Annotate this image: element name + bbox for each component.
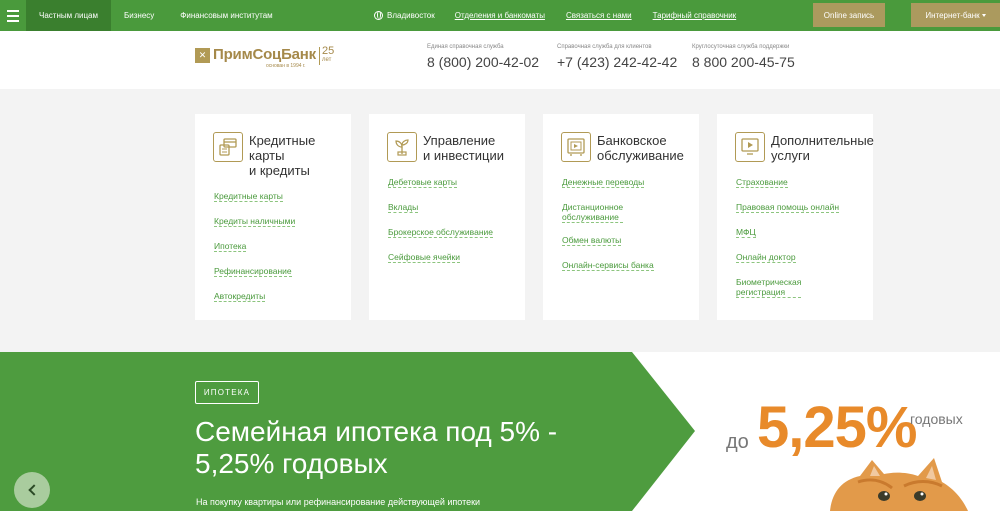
- phone-caption: Справочная служба для клиентов: [557, 44, 652, 50]
- link-credit-cards[interactable]: Кредитные карты: [214, 191, 283, 202]
- promo-prefix: до: [726, 431, 749, 453]
- phone-number[interactable]: 8 (800) 200-42-02: [427, 54, 539, 70]
- promo-suffix: годовых: [910, 411, 963, 427]
- phone-number[interactable]: +7 (423) 242-42-42: [557, 54, 677, 70]
- link-biometric[interactable]: Биометрическая регистрация: [736, 277, 802, 298]
- card-title[interactable]: Управление и инвестиции: [423, 133, 533, 163]
- link-mfc[interactable]: МФЦ: [736, 227, 756, 238]
- card-title[interactable]: Кредитные карты и кредиты: [249, 133, 359, 178]
- online-booking-button[interactable]: Online запись: [813, 3, 885, 27]
- phone-number[interactable]: 8 800 200-45-75: [692, 54, 795, 70]
- menu-icon[interactable]: [2, 0, 24, 31]
- link-cash-loans[interactable]: Кредиты наличными: [214, 216, 296, 227]
- banner-headline: Семейная ипотека под 5% - 5,25% годовых: [195, 416, 615, 480]
- card-title[interactable]: Дополнительные услуги: [771, 133, 881, 163]
- segment-business[interactable]: Бизнесу: [111, 0, 167, 31]
- card-title-line: Кредитные: [249, 133, 316, 148]
- card-title-line: услуги: [771, 148, 810, 163]
- logo-emblem-icon: ✕: [195, 48, 210, 63]
- prev-slide-button[interactable]: [14, 472, 50, 508]
- link-safe-boxes[interactable]: Сейфовые ячейки: [388, 252, 461, 263]
- banner-subtext: На покупку квартиры или рефинансирование…: [196, 497, 481, 507]
- promo-rate: 5,25%: [757, 395, 917, 460]
- caret-down-icon: [981, 13, 986, 17]
- segment-financial[interactable]: Финансовым институтам: [167, 0, 285, 31]
- logo-name: ПримСоцБанк: [213, 46, 316, 63]
- internet-bank-button[interactable]: Интернет-банк: [911, 3, 1000, 27]
- card-links: Кредитные карты Кредиты наличными Ипотек…: [214, 191, 296, 316]
- card-banking: Банковское обслуживание Денежные перевод…: [543, 114, 699, 320]
- link-deposits[interactable]: Вклады: [388, 202, 419, 213]
- link-line: обслуживание: [562, 212, 619, 222]
- link-line: Биометрическая: [736, 277, 802, 287]
- logo-years-word: лет: [321, 57, 332, 63]
- card-links: Дебетовые карты Вклады Брокерское обслуж…: [388, 177, 493, 277]
- link-brokerage[interactable]: Брокерское обслуживание: [388, 227, 493, 238]
- link-mortgage[interactable]: Ипотека: [214, 241, 247, 252]
- card-title[interactable]: Банковское обслуживание: [597, 133, 707, 163]
- link-remote-service[interactable]: Дистанционное обслуживание: [562, 202, 624, 223]
- link-line: регистрация: [736, 287, 786, 297]
- plant-icon: [387, 132, 417, 162]
- link-legal-help[interactable]: Правовая помощь онлайн: [736, 202, 840, 213]
- phone-caption: Единая справочная служба: [427, 44, 504, 50]
- logo-anniversary: 25 лет: [318, 45, 335, 65]
- city-selector[interactable]: Владивосток: [374, 11, 435, 20]
- card-title-line: обслуживание: [597, 148, 684, 163]
- header: ✕ ПримСоцБанк основан в 1994 г. 25 лет Е…: [0, 31, 1000, 89]
- top-nav-bar: Частным лицам Бизнесу Финансовым институ…: [0, 0, 1000, 31]
- card-title-line: Управление: [423, 133, 496, 148]
- card-links: Страхование Правовая помощь онлайн МФЦ О…: [736, 177, 840, 310]
- phone-clients: Справочная служба для клиентов +7 (423) …: [557, 44, 677, 70]
- link-branches[interactable]: Отделения и банкоматы: [455, 11, 545, 20]
- card-title-line: и кредиты: [249, 163, 310, 178]
- link-online-services[interactable]: Онлайн-сервисы банка: [562, 260, 654, 271]
- card-title-line: и инвестиции: [423, 148, 504, 163]
- link-online-doctor[interactable]: Онлайн доктор: [736, 252, 796, 263]
- kitten-image: [830, 458, 968, 511]
- segment-private[interactable]: Частным лицам: [26, 0, 112, 31]
- link-transfers[interactable]: Денежные переводы: [562, 177, 645, 188]
- card-extra-services: Дополнительные услуги Страхование Правов…: [717, 114, 874, 320]
- bank-logo[interactable]: ✕ ПримСоцБанк основан в 1994 г. 25 лет: [195, 45, 335, 69]
- credit-card-icon: [213, 132, 243, 162]
- banner-tag: ИПОТЕКА: [195, 381, 259, 404]
- link-line: Дистанционное: [562, 202, 624, 212]
- link-currency-exchange[interactable]: Обмен валюты: [562, 235, 622, 246]
- headline-line: Семейная ипотека под 5% -: [195, 416, 558, 447]
- phone-support: Круглосуточная служба поддержки 8 800 20…: [692, 44, 795, 70]
- internet-bank-label: Интернет-банк: [925, 10, 980, 20]
- city-label: Владивосток: [387, 11, 435, 20]
- card-credit: Кредитные карты и кредиты Кредитные карт…: [195, 114, 351, 320]
- card-title-line: Банковское: [597, 133, 667, 148]
- logo-years: 25: [321, 45, 335, 57]
- globe-icon: [374, 11, 383, 20]
- phone-caption: Круглосуточная служба поддержки: [692, 44, 790, 50]
- card-title-line: Дополнительные: [771, 133, 874, 148]
- safe-icon: [561, 132, 591, 162]
- card-links: Денежные переводы Дистанционное обслужива…: [562, 177, 654, 285]
- headline-line: 5,25% годовых: [195, 448, 388, 479]
- link-car-loans[interactable]: Автокредиты: [214, 291, 266, 302]
- card-investments: Управление и инвестиции Дебетовые карты …: [369, 114, 525, 320]
- link-insurance[interactable]: Страхование: [736, 177, 788, 188]
- link-tariffs[interactable]: Тарифный справочник: [653, 11, 737, 20]
- phone-unified: Единая справочная служба 8 (800) 200-42-…: [427, 44, 539, 70]
- card-title-line: карты: [249, 148, 285, 163]
- link-debit-cards[interactable]: Дебетовые карты: [388, 177, 458, 188]
- monitor-icon: [735, 132, 765, 162]
- top-links: Владивосток Отделения и банкоматы Связат…: [374, 0, 757, 31]
- link-refinancing[interactable]: Рефинансирование: [214, 266, 292, 277]
- logo-founded: основан в 1994 г.: [266, 63, 306, 69]
- link-contact[interactable]: Связаться с нами: [566, 11, 632, 20]
